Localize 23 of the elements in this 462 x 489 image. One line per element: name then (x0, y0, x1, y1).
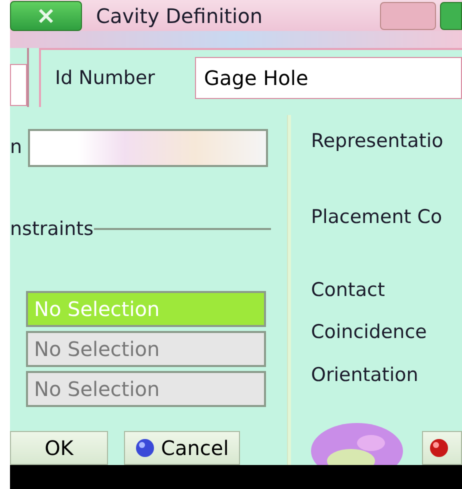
close-button[interactable] (10, 0, 82, 31)
input-field[interactable] (28, 128, 268, 167)
field-label: n (10, 135, 22, 160)
ball-icon (135, 438, 155, 458)
selection-field[interactable]: No Selection (26, 371, 266, 408)
ball-button[interactable] (422, 431, 462, 466)
option-label: Orientation (311, 362, 420, 388)
maximize-button[interactable] (440, 2, 462, 30)
option-label: Contact (311, 278, 386, 303)
ball-icon (429, 438, 449, 458)
help-button[interactable] (380, 2, 436, 30)
option-label: Placement Co (311, 205, 444, 230)
cancel-button[interactable]: Cancel (124, 431, 240, 466)
close-icon (36, 8, 56, 24)
ok-button[interactable]: OK (10, 431, 108, 466)
window-title: Cavity Definition (96, 2, 262, 30)
option-label: Coincidence (311, 320, 428, 346)
option-label: Representatio (311, 128, 444, 154)
id-number-field[interactable]: Gage Hole (195, 57, 462, 100)
field-label: Id Number (54, 66, 155, 91)
selection-field[interactable]: No Selection (26, 331, 266, 368)
input-field[interactable] (10, 64, 27, 106)
section-label: nstraints (10, 216, 94, 242)
